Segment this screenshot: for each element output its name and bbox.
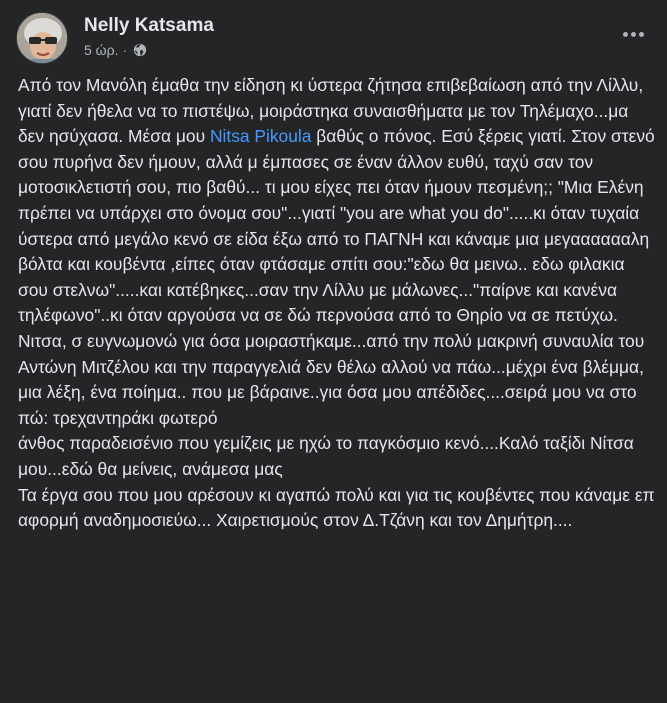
post-body: Από τον Μανόλη έμαθα την είδηση κι ύστερ… [18, 73, 658, 534]
mention-link[interactable]: Nitsa Pikoula [210, 126, 312, 146]
globe-icon [134, 43, 147, 57]
paragraph-text: βαθύς ο πόνος. Εσύ ξέρεις γιατί. Στον στ… [18, 126, 655, 326]
post-timestamp[interactable]: 5 ώρ. [84, 42, 118, 58]
post-paragraph: Τα έργα σου που μου αρέσουν κι αγαπώ πολ… [18, 484, 655, 531]
post-header: Nelly Katsama 5 ώρ. · [16, 12, 651, 64]
facebook-post: Nelly Katsama 5 ώρ. · Από τον Μανόλη έμα… [0, 0, 667, 703]
post-meta: 5 ώρ. · [84, 42, 147, 58]
avatar-photo [17, 13, 67, 63]
author-avatar[interactable] [16, 12, 68, 64]
post-paragraph: άνθος παραδεισένιο που γεμίζεις με ηχώ τ… [18, 433, 634, 479]
author-name[interactable]: Nelly Katsama [84, 15, 214, 37]
meta-separator: · [122, 42, 128, 58]
post-paragraph: Νιτσα, σ ευγνωμονώ για όσα μοιραστήκαμε.… [18, 330, 645, 428]
post-paragraph: Από τον Μανόλη έμαθα την είδηση κι ύστερ… [18, 73, 658, 329]
more-options-icon[interactable] [619, 24, 647, 44]
